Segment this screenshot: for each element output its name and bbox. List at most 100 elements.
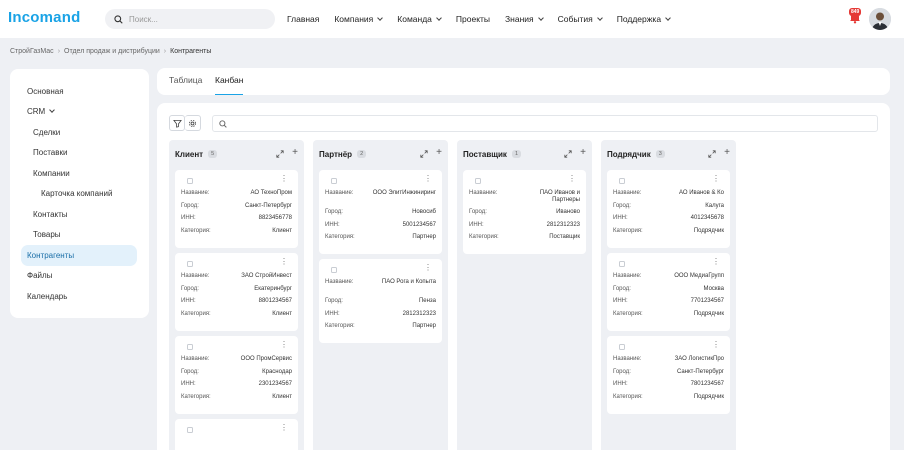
field-label: ИНН: [469, 221, 484, 228]
card-checkbox[interactable] [619, 344, 625, 350]
tab-kanban[interactable]: Канбан [215, 75, 244, 95]
search-icon [114, 14, 123, 24]
kanban-card[interactable]: ⋮ Название: АО ТехноПром Город: Санкт-Петерб… [175, 170, 298, 248]
field-value: 8823456778 [258, 215, 292, 221]
kanban-column-client: Клиент 5 + ⋮ Название: АО ТехноПром Город: Санк… [169, 140, 304, 450]
card-checkbox[interactable] [187, 178, 193, 184]
column-header: Клиент 5 + [175, 148, 298, 160]
nav-item-projects[interactable]: Проекты [456, 14, 490, 24]
breadcrumb-item[interactable]: Отдел продаж и дистрибуции [64, 48, 160, 55]
card-field-city: Город: Новосиб [325, 209, 436, 222]
sidebar-item-files[interactable]: Файлы [10, 266, 149, 287]
field-value: ЗАО СтройИнвест [241, 273, 292, 279]
more-vertical-icon[interactable]: ⋮ [280, 341, 288, 349]
card-checkbox[interactable] [619, 178, 625, 184]
more-vertical-icon[interactable]: ⋮ [280, 258, 288, 266]
notifications-button[interactable]: 849 [848, 8, 862, 24]
sidebar-item-company-card[interactable]: Карточка компаний [10, 184, 149, 205]
add-card-button[interactable]: + [724, 148, 730, 158]
app-logo[interactable]: Incomand [8, 9, 80, 26]
field-value: Поставщик [549, 234, 580, 240]
nav-item-support[interactable]: Поддержка [617, 14, 671, 24]
more-vertical-icon[interactable]: ⋮ [712, 341, 720, 349]
card-field-category: Категория: Клиент [181, 394, 292, 407]
card-checkbox[interactable] [331, 267, 337, 273]
filter-icon [172, 119, 182, 128]
filter-button[interactable] [169, 115, 185, 131]
add-card-button[interactable]: + [292, 148, 298, 158]
sidebar-item-calendar[interactable]: Календарь [10, 286, 149, 307]
board-search[interactable] [212, 115, 878, 132]
kanban-card[interactable]: ⋮ Название: ООО ЭлитИнжиниринг Город: Новоси… [319, 170, 442, 254]
field-label: Категория: [613, 393, 643, 400]
chevron-down-icon [665, 14, 671, 21]
kanban-card[interactable]: ⋮ Название: ПАО Рога и Копыта Город: Пенза ИН… [319, 259, 442, 343]
nav-item-home[interactable]: Главная [287, 14, 319, 24]
add-card-button[interactable]: + [436, 148, 442, 158]
more-vertical-icon[interactable]: ⋮ [712, 175, 720, 183]
field-label: ИНН: [613, 298, 628, 304]
breadcrumb-item[interactable]: СтройГазМас [10, 48, 54, 55]
global-search[interactable] [105, 9, 275, 29]
field-value: 4012345678 [690, 215, 724, 221]
expand-icon[interactable] [708, 150, 716, 158]
sidebar-item-main[interactable]: Основная [10, 81, 149, 102]
kanban-card[interactable]: ⋮ Название: ООО МедиаГрупп Город: Москва ИНН:… [607, 253, 730, 331]
settings-button[interactable] [185, 115, 201, 131]
more-vertical-icon[interactable]: ⋮ [424, 264, 432, 272]
more-vertical-icon[interactable]: ⋮ [280, 175, 288, 183]
board-toolbar [169, 115, 201, 131]
more-vertical-icon[interactable]: ⋮ [568, 175, 576, 183]
card-field-city: Город: Калуга [613, 203, 724, 216]
field-value: Партнер [412, 234, 436, 240]
sidebar-item-products[interactable]: Товары [10, 225, 149, 246]
nav-item-team[interactable]: Команда [397, 14, 442, 24]
kanban-card[interactable]: ⋮ Название: ЗАО ЛогистикПро Город: Санкт-Пет… [607, 336, 730, 414]
kanban-card[interactable]: ⋮ [175, 419, 298, 450]
kanban-board: Клиент 5 + ⋮ Название: АО ТехноПром Город: Санк… [157, 103, 890, 450]
sidebar-item-contacts[interactable]: Контакты [10, 204, 149, 225]
field-value: Москва [703, 285, 724, 292]
nav-item-company[interactable]: Компания [334, 14, 384, 24]
nav-item-events[interactable]: События [558, 14, 603, 24]
field-value: Пенза [418, 298, 436, 304]
card-checkbox[interactable] [619, 261, 625, 267]
tab-table[interactable]: Таблица [169, 75, 202, 95]
card-checkbox[interactable] [187, 344, 193, 350]
field-label: Город: [325, 209, 343, 215]
user-avatar[interactable] [869, 8, 891, 30]
card-field-name: Название: АО ТехноПром [181, 190, 292, 203]
kanban-card[interactable]: ⋮ Название: ПАО Иванов и Партнеры Город: Ива… [463, 170, 586, 254]
kanban-column-partner: Партнёр 2 + ⋮ Название: ООО ЭлитИнжиниринг Гор… [313, 140, 448, 450]
card-checkbox[interactable] [331, 178, 337, 184]
kanban-card[interactable]: ⋮ Название: ООО ПромСервис Город: Краснодар И… [175, 336, 298, 414]
card-field-name: Название: АО Иванов & Ко [613, 190, 724, 203]
search-input[interactable] [129, 14, 269, 24]
kanban-card[interactable]: ⋮ Название: АО Иванов & Ко Город: Калуга ИНН:… [607, 170, 730, 248]
card-checkbox[interactable] [475, 178, 481, 184]
top-header: Incomand Главная Компания Команда Проект… [0, 0, 904, 38]
field-label: ИНН: [325, 310, 340, 317]
expand-icon[interactable] [276, 150, 284, 158]
add-card-button[interactable]: + [580, 148, 586, 158]
field-label: ИНН: [325, 221, 340, 228]
card-field-category: Категория: Партнер [325, 234, 436, 247]
field-label: Категория: [469, 234, 499, 240]
sidebar-item-companies[interactable]: Компании [10, 163, 149, 184]
more-vertical-icon[interactable]: ⋮ [712, 258, 720, 266]
card-checkbox[interactable] [187, 261, 193, 267]
sidebar-item-crm[interactable]: CRM [10, 102, 149, 123]
more-vertical-icon[interactable]: ⋮ [424, 175, 432, 183]
expand-icon[interactable] [564, 150, 572, 158]
nav-item-knowledge[interactable]: Знания [505, 14, 544, 24]
sidebar-item-supplies[interactable]: Поставки [10, 143, 149, 164]
card-checkbox[interactable] [187, 427, 193, 433]
kanban-card[interactable]: ⋮ Название: ЗАО СтройИнвест Город: Екатеринб… [175, 253, 298, 331]
sidebar-item-counterparties[interactable]: Контрагенты [21, 245, 137, 266]
sidebar-item-deals[interactable]: Сделки [10, 122, 149, 143]
card-field-city: Город: Краснодар [181, 369, 292, 382]
more-vertical-icon[interactable]: ⋮ [280, 424, 288, 432]
expand-icon[interactable] [420, 150, 428, 158]
field-label: Название: [181, 356, 210, 362]
field-label: Город: [613, 202, 631, 209]
